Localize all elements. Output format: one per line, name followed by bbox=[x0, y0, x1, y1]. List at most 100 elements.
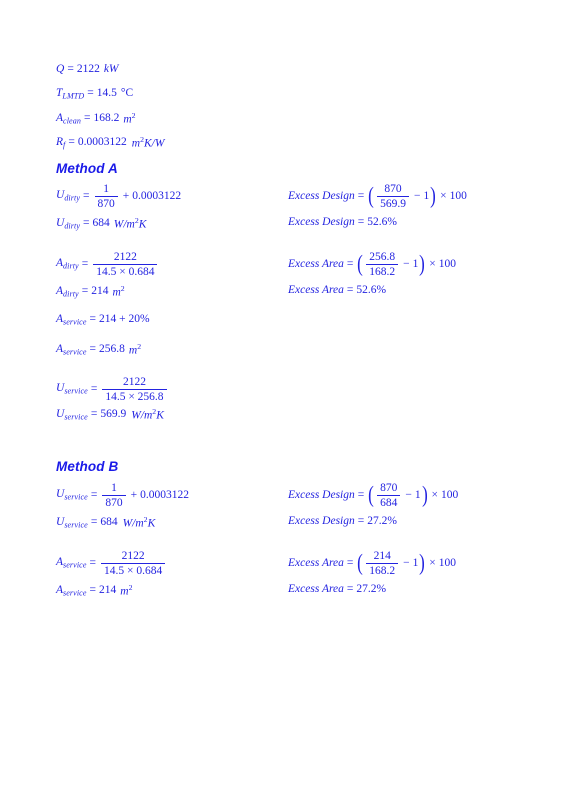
equals-sign: = bbox=[346, 556, 354, 569]
left-paren: ( bbox=[368, 183, 375, 210]
unit-celsius: °C bbox=[120, 87, 134, 100]
equals-sign: = bbox=[90, 488, 98, 501]
fouling-term: 0.0003122 bbox=[140, 488, 189, 501]
fouling-term: 0.0003122 bbox=[132, 189, 182, 202]
value-aservice: 214 bbox=[99, 584, 117, 597]
multiply-sign: × bbox=[431, 488, 438, 501]
equation-aservice-definition-a: Aservice = 214 + 20% bbox=[56, 313, 150, 326]
parenthesized-group: ( 214 168.2 − 1 ) bbox=[356, 550, 426, 577]
operand-one: 1 bbox=[423, 189, 430, 202]
equation-q: Q = 2122 kW bbox=[56, 63, 119, 76]
symbol-aservice: Aservice bbox=[56, 342, 87, 356]
equation-excess-area-definition-a: Excess Area = ( 256.8 168.2 − 1 ) × 100 bbox=[288, 251, 456, 278]
fraction-q-over-lmtd-u: 2122 14.5 × 0.684 bbox=[93, 251, 158, 278]
equation-excess-area-value-b: Excess Area = 27.2% bbox=[288, 583, 386, 596]
symbol-udirty: Udirty bbox=[56, 189, 81, 203]
label-excess-design: Excess Design bbox=[288, 216, 355, 228]
value-excess-area: 52.6% bbox=[356, 284, 387, 296]
equation-excess-area-definition-b: Excess Area = ( 214 168.2 − 1 ) × 100 bbox=[288, 550, 456, 577]
value-aclean: 168.2 bbox=[93, 112, 120, 125]
fraction-one-over-870: 1 870 bbox=[94, 183, 118, 210]
operand-one: 1 bbox=[412, 257, 419, 270]
unit-heat-transfer-coefficient: W/m2K bbox=[131, 407, 164, 422]
value-uservice: 684 bbox=[100, 516, 118, 529]
value-excess-design: 52.6% bbox=[367, 216, 397, 228]
minus-sign: − bbox=[405, 488, 412, 501]
multiply-sign: × bbox=[429, 257, 436, 270]
value-udirty: 684 bbox=[92, 217, 110, 230]
value-excess-design: 27.2% bbox=[367, 515, 397, 527]
equals-sign: = bbox=[346, 583, 354, 595]
equation-excess-design-definition-a: Excess Design = ( 870 569.9 − 1 ) × 100 bbox=[288, 183, 467, 210]
parenthesized-group: ( 870 684 − 1 ) bbox=[367, 482, 428, 509]
fraction-one-over-870: 1 870 bbox=[102, 482, 126, 509]
label-excess-area: Excess Area bbox=[288, 257, 344, 270]
subscript-lmtd: LMTD bbox=[62, 91, 85, 101]
label-excess-design: Excess Design bbox=[288, 189, 355, 202]
multiply-sign: × bbox=[440, 189, 447, 202]
operand-one: 1 bbox=[414, 488, 421, 501]
equation-udirty-value: Udirty = 684 W/m2K bbox=[56, 217, 146, 231]
parenthesized-group: ( 870 569.9 − 1 ) bbox=[367, 183, 437, 210]
equals-sign: = bbox=[357, 216, 365, 228]
symbol-a: Aclean bbox=[56, 111, 81, 125]
document-page: Q = 2122 kW TLMTD = 14.5 °C Aclean = 168… bbox=[0, 0, 566, 800]
equals-sign: = bbox=[87, 87, 94, 100]
equals-sign: = bbox=[81, 285, 89, 298]
plus-sign: + bbox=[122, 189, 130, 202]
equation-excess-design-value-a: Excess Design = 52.6% bbox=[288, 216, 397, 229]
value-adirty: 214 bbox=[91, 285, 109, 298]
minus-sign: − bbox=[413, 189, 421, 202]
operand-hundred: 100 bbox=[449, 189, 467, 202]
fraction-870-over-684: 870 684 bbox=[377, 482, 401, 509]
equals-sign: = bbox=[90, 382, 98, 395]
equation-aclean: Aclean = 168.2 m2 bbox=[56, 112, 136, 126]
symbol-aservice: Aservice bbox=[56, 583, 87, 597]
equals-sign: = bbox=[81, 257, 89, 270]
equation-uservice-value-a: Uservice = 569.9 W/m2K bbox=[56, 408, 164, 422]
right-paren: ) bbox=[421, 482, 428, 509]
equation-aservice-value-b: Aservice = 214 m2 bbox=[56, 584, 133, 598]
unit-area: m2 bbox=[123, 111, 136, 126]
equation-aservice-value-a: Aservice = 256.8 m2 bbox=[56, 343, 141, 357]
label-excess-area: Excess Area bbox=[288, 583, 344, 595]
unit-area: m2 bbox=[128, 342, 142, 357]
left-paren: ( bbox=[368, 482, 375, 509]
equation-aservice-definition-b: Aservice = 2122 14.5 × 0.684 bbox=[56, 550, 167, 577]
equation-uservice-definition-b: Uservice = 1 870 + 0.0003122 bbox=[56, 482, 189, 509]
equals-sign: = bbox=[357, 515, 365, 527]
equals-sign: = bbox=[90, 408, 98, 421]
equation-adirty-value: Adirty = 214 m2 bbox=[56, 285, 125, 299]
equals-sign: = bbox=[67, 63, 74, 75]
left-paren: ( bbox=[357, 550, 364, 577]
multiply-sign: × bbox=[429, 556, 436, 569]
symbol-uservice: Uservice bbox=[56, 382, 88, 396]
unit-area: m2 bbox=[112, 284, 125, 299]
unit-heat-transfer-coefficient: W/m2K bbox=[122, 515, 156, 530]
subscript-clean: clean bbox=[63, 116, 81, 125]
equals-sign: = bbox=[357, 488, 365, 501]
value-aservice: 256.8 bbox=[99, 343, 125, 356]
label-excess-area: Excess Area bbox=[288, 284, 344, 296]
symbol-aservice: Aservice bbox=[56, 556, 87, 570]
equals-sign: = bbox=[83, 189, 90, 202]
unit-heat-transfer-coefficient: W/m2K bbox=[113, 216, 147, 231]
equals-sign: = bbox=[346, 257, 354, 270]
equation-uservice-definition-a: Uservice = 2122 14.5 × 256.8 bbox=[56, 376, 169, 403]
symbol-adirty: Adirty bbox=[56, 284, 79, 298]
symbol-r: Rf bbox=[56, 135, 66, 149]
equation-adirty-definition: Adirty = 2122 14.5 × 0.684 bbox=[56, 251, 159, 278]
equals-sign: = bbox=[90, 516, 98, 529]
parenthesized-group: ( 256.8 168.2 − 1 ) bbox=[356, 251, 426, 278]
minus-sign: − bbox=[403, 257, 410, 270]
value-uservice: 569.9 bbox=[100, 408, 127, 421]
value-aservice-expression: 214 + 20% bbox=[99, 313, 150, 326]
label-excess-design: Excess Design bbox=[288, 515, 355, 527]
fraction-214-over-168-2: 214 168.2 bbox=[366, 550, 399, 577]
equals-sign: = bbox=[89, 584, 97, 597]
symbol-uservice: Uservice bbox=[56, 515, 88, 529]
equals-sign: = bbox=[346, 284, 354, 296]
fraction-870-over-569-9: 870 569.9 bbox=[377, 183, 409, 210]
equals-sign: = bbox=[68, 136, 75, 149]
symbol-q: Q bbox=[56, 63, 65, 75]
